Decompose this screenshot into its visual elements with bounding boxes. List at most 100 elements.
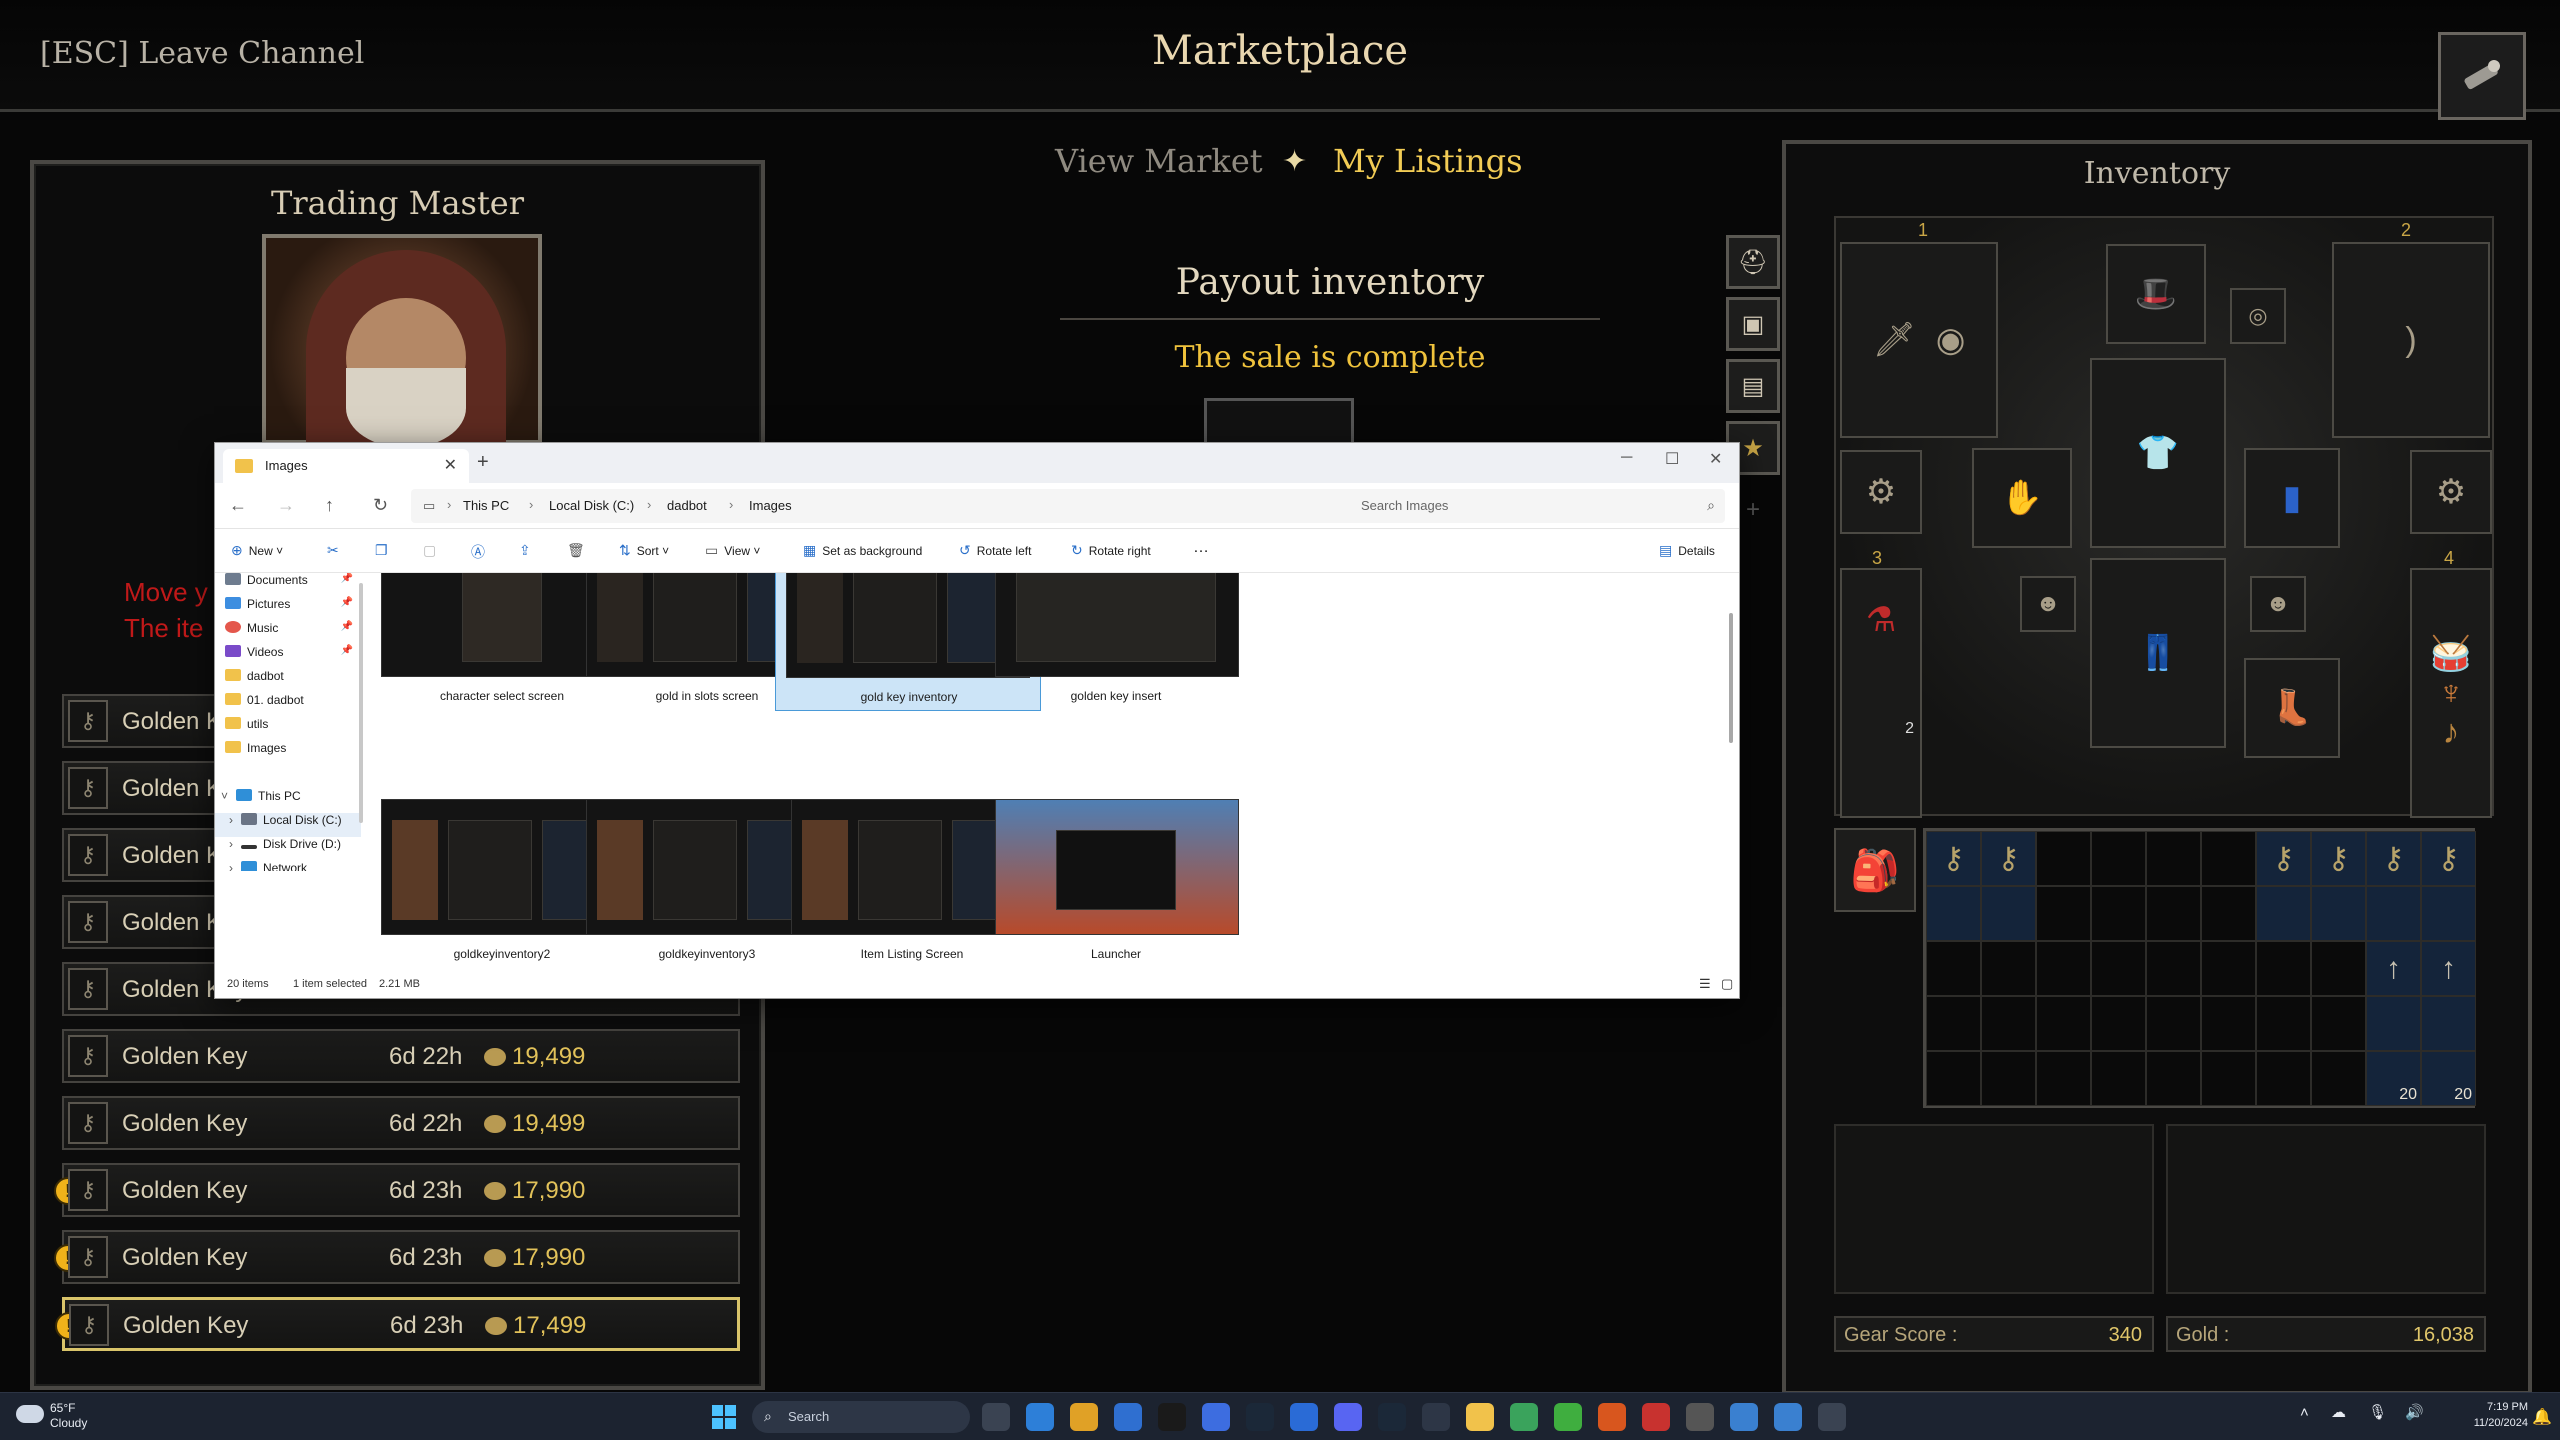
- inventory-cell[interactable]: [2036, 996, 2091, 1051]
- nav-scrollbar[interactable]: [359, 583, 363, 823]
- steam-icon[interactable]: [1378, 1403, 1406, 1431]
- delete-button[interactable]: 🗑: [567, 542, 591, 559]
- clock[interactable]: 7:19 PM 11/20/2024: [2448, 1399, 2528, 1431]
- listing-row[interactable]: ⚷ Golden Key 6d 22h 19,499: [62, 1029, 740, 1083]
- inventory-cell[interactable]: ⚷: [1926, 831, 1981, 886]
- inventory-cell[interactable]: [2311, 1051, 2366, 1106]
- forward-arrow-icon[interactable]: →: [277, 495, 295, 516]
- inventory-cell[interactable]: [2146, 996, 2201, 1051]
- tab-my-listings[interactable]: My Listings: [1285, 142, 1523, 180]
- inventory-cell[interactable]: [2091, 996, 2146, 1051]
- tile-view-icon[interactable]: ▢: [1721, 976, 1733, 992]
- details-button[interactable]: ▤ Details: [1659, 542, 1715, 559]
- app-icon[interactable]: [1598, 1403, 1626, 1431]
- file-item[interactable]: Launcher: [979, 799, 1239, 961]
- rename-button[interactable]: Ⓐ: [471, 542, 491, 562]
- utility-slot-left[interactable]: ⚙: [1840, 450, 1922, 534]
- inventory-cell[interactable]: [2366, 886, 2421, 941]
- sort-button[interactable]: ⇅ Sort ˅: [619, 542, 669, 559]
- inventory-cell[interactable]: [2256, 941, 2311, 996]
- list-view-icon[interactable]: ☰: [1699, 976, 1711, 992]
- inventory-cell[interactable]: [1926, 886, 1981, 941]
- paste-button[interactable]: ▢: [423, 542, 442, 559]
- app-icon[interactable]: [1774, 1403, 1802, 1431]
- breadcrumb-local-disk[interactable]: Local Disk (C:): [549, 498, 634, 513]
- inventory-cell[interactable]: 20: [2421, 1051, 2476, 1106]
- inventory-cell[interactable]: [2146, 941, 2201, 996]
- onedrive-icon[interactable]: ☁: [2331, 1404, 2346, 1421]
- settings-button[interactable]: [2438, 32, 2526, 120]
- nav-item-documents[interactable]: Documents 📌: [225, 573, 363, 597]
- inventory-cell[interactable]: [1981, 941, 2036, 996]
- tab-view-market[interactable]: View Market: [1055, 142, 1263, 180]
- helmet-tab[interactable]: ⛑: [1726, 235, 1780, 289]
- inventory-cell[interactable]: [1926, 996, 1981, 1051]
- more-options-button[interactable]: …: [1193, 539, 1209, 557]
- inventory-cell[interactable]: [2036, 831, 2091, 886]
- inventory-cell[interactable]: [2146, 886, 2201, 941]
- cut-button[interactable]: ✂: [327, 542, 345, 559]
- nav-item-music[interactable]: Music 📌: [225, 621, 363, 645]
- belt-slot-right[interactable]: 🥁 ♆ ♪: [2410, 568, 2492, 818]
- inventory-cell[interactable]: [2146, 1051, 2201, 1106]
- inventory-cell[interactable]: [2201, 886, 2256, 941]
- new-tab-button[interactable]: +: [477, 451, 489, 474]
- ring-slot-left[interactable]: ☻: [2020, 576, 2076, 632]
- start-button[interactable]: [712, 1405, 736, 1429]
- app-icon[interactable]: [1290, 1403, 1318, 1431]
- inventory-cell[interactable]: [2201, 996, 2256, 1051]
- copilot-icon[interactable]: [1026, 1403, 1054, 1431]
- up-arrow-icon[interactable]: ↑: [325, 495, 334, 516]
- nav-item-01-dadbot[interactable]: 01. dadbot: [225, 693, 363, 717]
- inventory-cell[interactable]: ⚷: [2256, 831, 2311, 886]
- inventory-cell[interactable]: [2421, 996, 2476, 1051]
- app-icon[interactable]: [1642, 1403, 1670, 1431]
- inventory-cell[interactable]: ↑: [2421, 941, 2476, 996]
- stash-slot-left[interactable]: [1834, 1124, 2154, 1294]
- boots-slot[interactable]: 👢: [2244, 658, 2340, 758]
- chest-slot[interactable]: 👕: [2090, 358, 2226, 548]
- rotate-right-button[interactable]: ↻ Rotate right: [1071, 542, 1151, 559]
- inventory-cell[interactable]: [2421, 886, 2476, 941]
- inventory-cell[interactable]: [2091, 1051, 2146, 1106]
- app-icon[interactable]: [1818, 1403, 1846, 1431]
- nav-item-utils[interactable]: utils: [225, 717, 363, 741]
- listing-row[interactable]: !⚷Golden Key6d 23h17,499: [55, 1297, 740, 1351]
- share-button[interactable]: ⇪: [519, 542, 537, 559]
- nav-item-network[interactable]: › Network: [215, 861, 361, 871]
- task-view-icon[interactable]: [982, 1403, 1010, 1431]
- search-input[interactable]: Search Images ⌕: [1351, 489, 1725, 523]
- content-scrollbar[interactable]: [1729, 613, 1733, 743]
- refresh-icon[interactable]: ↻: [373, 495, 388, 516]
- nav-item-dadbot[interactable]: dadbot: [225, 669, 363, 693]
- inventory-cell[interactable]: ⚷: [2366, 831, 2421, 886]
- explorer-tab[interactable]: Images ✕: [223, 449, 469, 483]
- breadcrumb-images[interactable]: Images: [749, 498, 792, 513]
- inventory-cell[interactable]: [2091, 886, 2146, 941]
- treasure-tab[interactable]: ▤: [1726, 359, 1780, 413]
- breadcrumb-dadbot[interactable]: dadbot: [667, 498, 707, 513]
- gloves-slot[interactable]: ✋: [1972, 448, 2072, 548]
- nav-item-disk-drive[interactable]: › Disk Drive (D:): [215, 837, 361, 861]
- maximize-button[interactable]: ☐: [1665, 449, 1679, 469]
- minecraft-icon[interactable]: [1554, 1403, 1582, 1431]
- nav-item-local-disk[interactable]: › Local Disk (C:): [215, 813, 361, 837]
- copy-button[interactable]: ❐: [375, 542, 394, 559]
- inventory-cell[interactable]: [2256, 996, 2311, 1051]
- chevron-up-icon[interactable]: ˄: [2300, 1404, 2309, 1421]
- app-icon[interactable]: [1510, 1403, 1538, 1431]
- nav-item-this-pc[interactable]: ˅ This PC: [215, 789, 361, 813]
- minimize-button[interactable]: ─: [1621, 449, 1632, 467]
- stash-slot-right[interactable]: [2166, 1124, 2486, 1294]
- necklace-slot[interactable]: ◎: [2230, 288, 2286, 344]
- weapon-slot-1[interactable]: 🗡 ◉: [1840, 242, 1998, 438]
- inventory-cell[interactable]: [1981, 996, 2036, 1051]
- inventory-cell[interactable]: [1981, 1051, 2036, 1106]
- nav-item-images[interactable]: Images: [225, 741, 363, 765]
- inventory-cell[interactable]: [1926, 1051, 1981, 1106]
- inventory-cell[interactable]: [2201, 941, 2256, 996]
- inventory-cell[interactable]: [2036, 941, 2091, 996]
- inventory-cell[interactable]: [2201, 1051, 2256, 1106]
- store-icon[interactable]: [1114, 1403, 1142, 1431]
- inventory-cell[interactable]: [1926, 941, 1981, 996]
